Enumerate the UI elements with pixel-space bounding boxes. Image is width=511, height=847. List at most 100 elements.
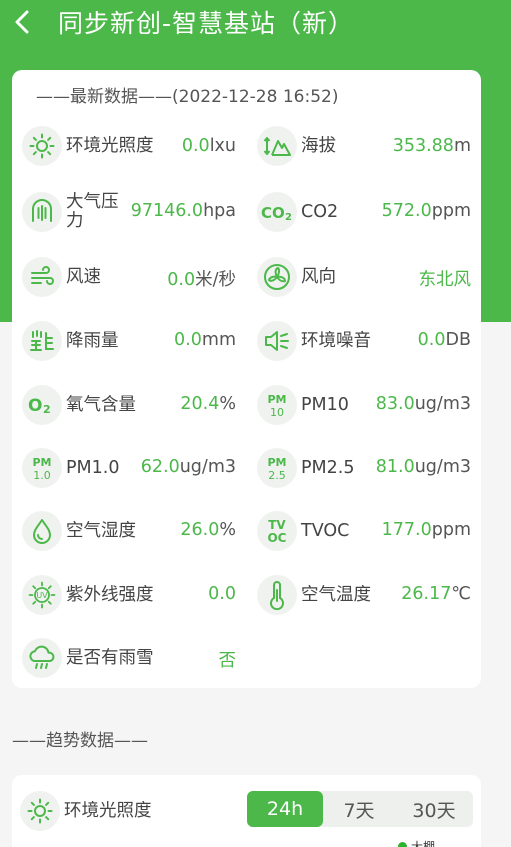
range-24h-tab[interactable]: 24h bbox=[247, 791, 323, 827]
metric-label: PM2.5 bbox=[301, 457, 355, 478]
svg-text:CO: CO bbox=[261, 204, 285, 222]
metric-uv: UV 紫外线强度 bbox=[22, 573, 154, 617]
co2-icon: CO 2 bbox=[257, 192, 297, 232]
svg-text:PM: PM bbox=[32, 456, 51, 469]
metric-value: 177.0ppm bbox=[382, 520, 471, 540]
tvoc-icon: TV OC bbox=[257, 511, 297, 551]
value-number: 26.17 bbox=[401, 584, 452, 604]
latest-data-card: ——最新数据——(2022-12-28 16:52) 环境光照度 0.0lxu … bbox=[12, 70, 481, 688]
value-number: 20.4 bbox=[180, 394, 220, 414]
metric-value: 20.4% bbox=[180, 394, 236, 414]
metric-noise: 环境噪音 bbox=[257, 319, 371, 363]
metric-pm25: PM 2.5 PM2.5 bbox=[257, 446, 354, 490]
latest-data-heading: ——最新数据——(2022-12-28 16:52) bbox=[36, 87, 339, 107]
metric-value: 否 bbox=[219, 647, 237, 672]
metric-label: 海拔 bbox=[301, 135, 336, 156]
svg-text:1.0: 1.0 bbox=[33, 469, 51, 482]
value-unit: DB bbox=[445, 330, 471, 350]
metric-light: 环境光照度 bbox=[22, 124, 154, 168]
metric-humidity: 空气湿度 bbox=[22, 509, 136, 553]
value-number: 0.0 bbox=[208, 584, 236, 604]
metric-wind-speed: 风速 bbox=[22, 255, 101, 299]
pm1-icon: PM 1.0 bbox=[22, 448, 62, 488]
value-number: 否 bbox=[218, 651, 237, 671]
sun-icon bbox=[20, 791, 60, 831]
metric-label: 环境光照度 bbox=[66, 135, 154, 156]
metric-label: PM10 bbox=[301, 394, 349, 415]
metric-wind-direction: 风向 bbox=[257, 255, 336, 299]
trend-metric: 环境光照度 bbox=[20, 789, 152, 833]
svg-text:2.5: 2.5 bbox=[268, 469, 286, 482]
value-unit: % bbox=[219, 520, 236, 540]
value-number: 97146.0 bbox=[130, 201, 204, 221]
metric-oxygen: O2 氧气含量 bbox=[22, 383, 136, 427]
value-number: 177.0 bbox=[381, 520, 432, 540]
water-drop-icon bbox=[22, 511, 62, 551]
value-number: 东北风 bbox=[418, 270, 472, 290]
svg-text:10: 10 bbox=[270, 406, 284, 419]
fan-icon bbox=[257, 257, 297, 297]
metric-value: 572.0ppm bbox=[382, 201, 471, 221]
metric-value: 81.0ug/m3 bbox=[376, 457, 471, 477]
chart-legend: 大棚 bbox=[398, 838, 435, 847]
value-unit: % bbox=[219, 394, 236, 414]
svg-text:O: O bbox=[28, 396, 42, 416]
svg-text:TV: TV bbox=[268, 518, 286, 532]
metric-value: 97146.0hpa bbox=[131, 201, 236, 221]
value-unit: 米/秒 bbox=[195, 270, 236, 290]
uv-icon: UV bbox=[22, 575, 62, 615]
value-unit: ppm bbox=[431, 201, 471, 221]
metric-co2: CO 2 CO2 bbox=[257, 190, 338, 234]
rain-gauge-icon bbox=[22, 321, 62, 361]
value-number: 0.0 bbox=[417, 330, 446, 350]
value-number: 0.0 bbox=[167, 270, 196, 290]
trend-data-heading: ——趋势数据—— bbox=[12, 731, 148, 751]
svg-text:UV: UV bbox=[36, 591, 48, 600]
speaker-icon bbox=[257, 321, 297, 361]
back-button[interactable] bbox=[2, 0, 42, 44]
metric-rain-snow: 是否有雨雪 bbox=[22, 636, 154, 680]
metric-label: 空气温度 bbox=[301, 584, 371, 605]
range-selector: 24h 7天 30天 bbox=[247, 791, 473, 827]
value-unit: m bbox=[453, 136, 471, 156]
page-title: 同步新创-智慧基站（新） bbox=[58, 9, 355, 38]
metric-value: 62.0ug/m3 bbox=[141, 457, 236, 477]
value-number: 83.0 bbox=[375, 394, 415, 414]
svg-text:PM: PM bbox=[267, 393, 286, 406]
value-unit: ug/m3 bbox=[414, 394, 471, 414]
svg-text:2: 2 bbox=[285, 212, 292, 223]
metric-label: 风向 bbox=[301, 266, 336, 287]
metric-value: 83.0ug/m3 bbox=[376, 394, 471, 414]
app-header: 同步新创-智慧基站（新） bbox=[0, 0, 511, 44]
back-arrow-icon bbox=[15, 10, 29, 34]
metric-label: 风速 bbox=[66, 266, 101, 287]
metric-label: 空气湿度 bbox=[66, 520, 136, 541]
value-number: 572.0 bbox=[381, 201, 432, 221]
value-unit: mm bbox=[201, 330, 236, 350]
metric-value: 0.0mm bbox=[174, 330, 236, 350]
range-7d-tab[interactable]: 7天 bbox=[323, 791, 395, 827]
value-number: 0.0 bbox=[181, 136, 210, 156]
legend-label: 大棚 bbox=[411, 840, 436, 847]
metric-label: CO2 bbox=[301, 201, 339, 222]
metric-label: TVOC bbox=[301, 520, 350, 541]
pressure-icon bbox=[22, 192, 62, 232]
svg-text:PM: PM bbox=[267, 456, 286, 469]
cloud-rain-icon bbox=[22, 638, 62, 678]
metric-value: 东北风 bbox=[419, 266, 472, 291]
value-number: 26.0 bbox=[180, 520, 220, 540]
value-number: 62.0 bbox=[140, 457, 180, 477]
o2-icon: O2 bbox=[22, 385, 62, 425]
value-unit: lxu bbox=[209, 136, 236, 156]
pm10-icon: PM 10 bbox=[257, 385, 297, 425]
metric-label: 是否有雨雪 bbox=[66, 647, 154, 668]
metric-label: 降雨量 bbox=[66, 330, 119, 351]
value-number: 353.88 bbox=[392, 136, 454, 156]
metric-rainfall: 降雨量 bbox=[22, 319, 119, 363]
metric-value: 26.0% bbox=[180, 520, 236, 540]
thermometer-icon bbox=[257, 575, 297, 615]
metric-label: 环境噪音 bbox=[301, 330, 371, 351]
value-number: 81.0 bbox=[375, 457, 415, 477]
value-unit: ppm bbox=[431, 520, 471, 540]
range-30d-tab[interactable]: 30天 bbox=[395, 791, 473, 827]
